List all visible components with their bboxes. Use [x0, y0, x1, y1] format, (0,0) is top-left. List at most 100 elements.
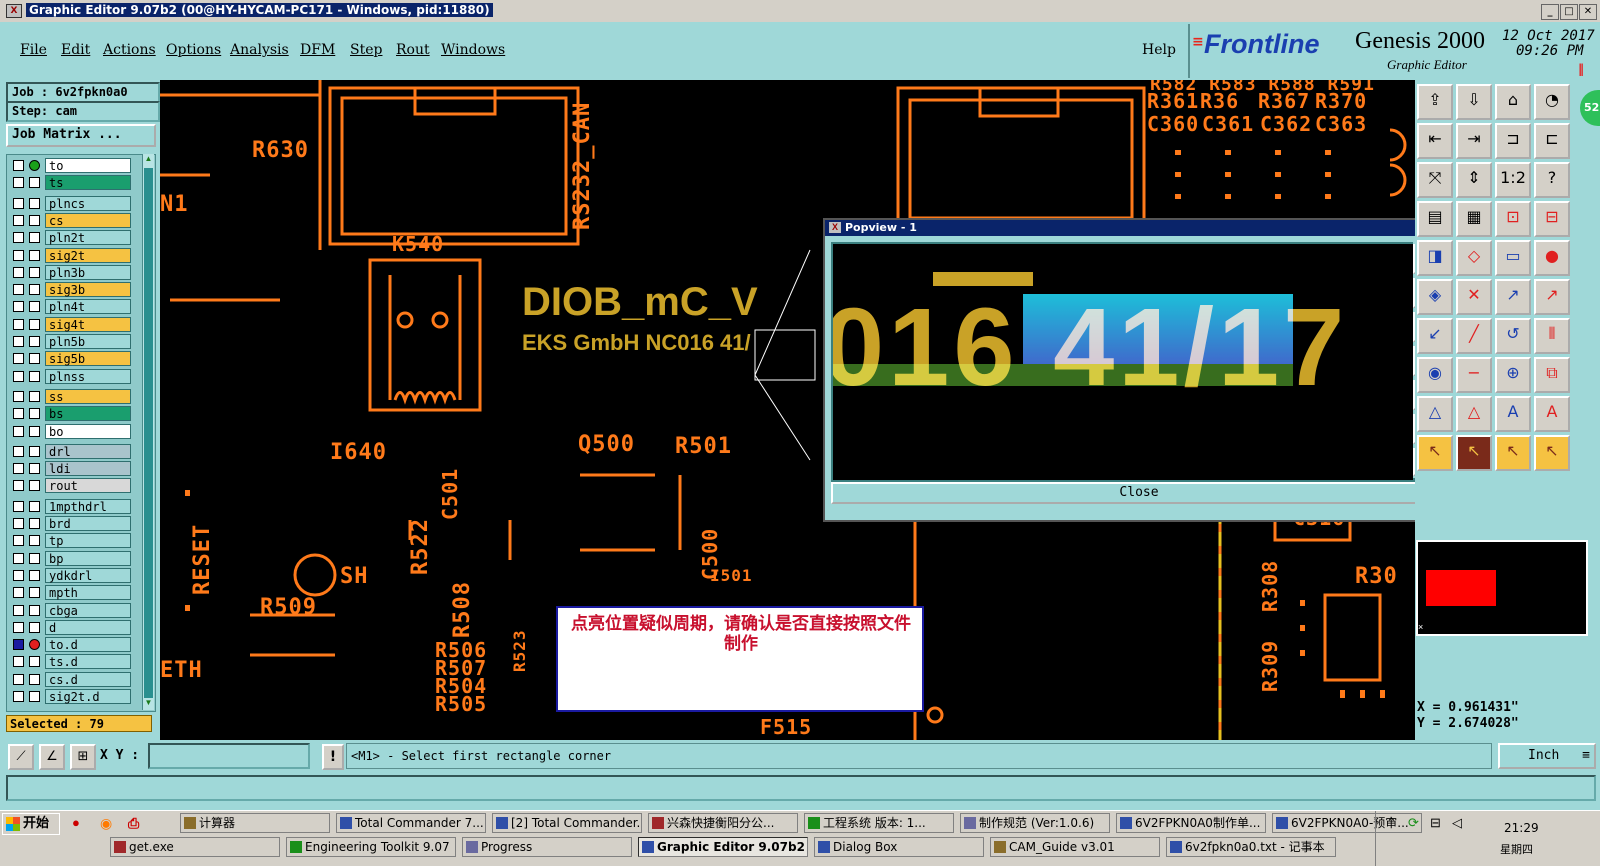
layer-affected-checkbox[interactable]	[29, 266, 40, 278]
layer-name[interactable]: to	[45, 158, 131, 173]
taskbar-item[interactable]: Progress	[462, 837, 632, 857]
start-button[interactable]: 开始	[2, 813, 60, 835]
layer-affected-checkbox[interactable]	[29, 552, 40, 564]
layer-affected-checkbox[interactable]	[29, 535, 40, 547]
taskbar-item[interactable]: get.exe	[110, 837, 280, 857]
layer-row[interactable]: tp	[9, 532, 131, 549]
tool-line-2-icon[interactable]: ╱	[1456, 318, 1492, 354]
tool-shape-2-icon[interactable]: ◇	[1456, 240, 1492, 276]
layer-row[interactable]: bp	[9, 550, 131, 567]
tool-move-1-icon[interactable]: ⇤	[1417, 123, 1453, 159]
grid-tool-icon[interactable]: ⊞	[70, 744, 96, 770]
layer-affected-checkbox[interactable]	[29, 232, 40, 244]
layer-list-scrollbar[interactable]: ▲ ▼	[142, 154, 154, 710]
popview-close-button[interactable]: Close	[831, 482, 1447, 504]
taskbar-item[interactable]: Engineering Toolkit 9.07	[286, 837, 456, 857]
tool-nav-4-icon[interactable]: ◔	[1534, 84, 1570, 120]
layer-row[interactable]: bs	[9, 405, 131, 422]
layer-checkbox[interactable]	[13, 390, 24, 402]
tool-grid-1-icon[interactable]: ▤	[1417, 201, 1453, 237]
layer-checkbox[interactable]	[13, 197, 24, 209]
layer-name[interactable]: cs.d	[45, 671, 131, 687]
layer-checkbox[interactable]	[13, 673, 24, 685]
menu-step[interactable]: Step	[350, 42, 382, 58]
layer-row[interactable]: cs	[9, 212, 131, 229]
layer-name[interactable]: ts.d	[45, 654, 131, 670]
layer-row[interactable]: plnss	[9, 368, 131, 385]
layer-affected-checkbox[interactable]	[29, 408, 40, 420]
layer-name[interactable]: ydkdrl	[45, 567, 131, 583]
layer-row[interactable]: sig3b	[9, 281, 131, 298]
layer-affected-checkbox[interactable]	[29, 177, 40, 189]
layer-row[interactable]: cbga	[9, 602, 131, 619]
taskbar-item[interactable]: Total Commander 7....	[336, 813, 486, 833]
layer-checkbox[interactable]	[13, 604, 24, 616]
tool-zoom-4-icon[interactable]: ?	[1534, 162, 1570, 198]
menu-windows[interactable]: Windows	[441, 42, 505, 58]
layer-name[interactable]: ldi	[45, 461, 131, 477]
tool-line-3-icon[interactable]: ↺	[1495, 318, 1531, 354]
angle-tool-icon[interactable]: ∠	[39, 744, 65, 770]
layer-affected-checkbox[interactable]	[29, 673, 40, 685]
menu-actions[interactable]: Actions	[103, 42, 156, 58]
layer-row[interactable]: to.d	[9, 636, 131, 653]
layer-affected-checkbox[interactable]	[29, 160, 40, 171]
tool-grid-3-icon[interactable]: ⊡	[1495, 201, 1531, 237]
layer-affected-checkbox[interactable]	[29, 197, 40, 209]
app-icon[interactable]: X	[6, 4, 22, 18]
layer-affected-checkbox[interactable]	[29, 569, 40, 581]
layer-checkbox[interactable]	[13, 621, 24, 633]
taskbar-item[interactable]: 6v2fpkn0a0.txt - 记事本	[1166, 837, 1336, 857]
tool-move-2-icon[interactable]: ⇥	[1456, 123, 1492, 159]
layer-checkbox[interactable]	[13, 284, 24, 296]
menu-analysis[interactable]: Analysis	[230, 42, 289, 58]
layer-affected-checkbox[interactable]	[29, 518, 40, 529]
tool-shape-1-icon[interactable]: ◨	[1417, 240, 1453, 276]
layer-affected-checkbox[interactable]	[29, 463, 40, 475]
layer-affected-checkbox[interactable]	[29, 656, 40, 668]
layer-row[interactable]: brd	[9, 515, 131, 532]
layer-name[interactable]: rout	[45, 478, 131, 494]
layer-name[interactable]: pln5b	[45, 334, 131, 349]
tray-network-icon[interactable]: ⊟	[1430, 815, 1441, 831]
tool-pointer-2-icon[interactable]: ↖	[1456, 435, 1492, 471]
menu-rout[interactable]: Rout	[396, 42, 430, 58]
layer-affected-checkbox[interactable]	[29, 500, 40, 512]
layer-row[interactable]: bo	[9, 423, 131, 440]
layer-row[interactable]: drl	[9, 443, 131, 460]
layer-affected-checkbox[interactable]	[29, 639, 40, 651]
layer-checkbox[interactable]	[13, 353, 24, 365]
menu-edit[interactable]: Edit	[61, 42, 90, 58]
taskbar-item[interactable]: 计算器	[180, 813, 330, 833]
layer-row[interactable]: sig2t.d	[9, 688, 131, 705]
layer-name[interactable]: sig5b	[45, 351, 131, 367]
tool-pointer-4-icon[interactable]: ↖	[1534, 435, 1570, 471]
tool-select-3-icon[interactable]: ↗	[1495, 279, 1531, 315]
taskbar-item[interactable]: Graphic Editor 9.07b2	[638, 837, 808, 857]
layer-name[interactable]: pln2t	[45, 230, 131, 246]
layer-row[interactable]: ts	[9, 174, 131, 191]
layer-checkbox[interactable]	[13, 160, 24, 171]
tool-zoom-2-icon[interactable]: ⇕	[1456, 162, 1492, 198]
layer-row[interactable]: mpth	[9, 584, 131, 601]
layer-checkbox[interactable]	[13, 249, 24, 261]
layer-name[interactable]: d	[45, 619, 131, 635]
layer-checkbox[interactable]	[13, 463, 24, 475]
layer-name[interactable]: cs	[45, 212, 131, 228]
tool-pointer-1-icon[interactable]: ↖	[1417, 435, 1453, 471]
tool-nav-2-icon[interactable]: ⇩	[1456, 84, 1492, 120]
tool-move-3-icon[interactable]: ⊐	[1495, 123, 1531, 159]
minimize-button[interactable]: _	[1541, 4, 1559, 20]
layer-checkbox[interactable]	[13, 336, 24, 347]
layer-name[interactable]: plnss	[45, 368, 131, 384]
layer-row[interactable]: cs.d	[9, 671, 131, 688]
taskbar-item[interactable]: 工程系统 版本: 1...	[804, 813, 954, 833]
layer-affected-checkbox[interactable]	[29, 604, 40, 616]
tool-select-2-icon[interactable]: ✕	[1456, 279, 1492, 315]
layer-affected-checkbox[interactable]	[29, 301, 40, 313]
layer-name[interactable]: sig2t.d	[45, 689, 131, 704]
layer-name[interactable]: drl	[45, 443, 131, 459]
layer-affected-checkbox[interactable]	[29, 425, 40, 437]
tool-select-4-icon[interactable]: ↗	[1534, 279, 1570, 315]
layer-affected-checkbox[interactable]	[29, 336, 40, 347]
